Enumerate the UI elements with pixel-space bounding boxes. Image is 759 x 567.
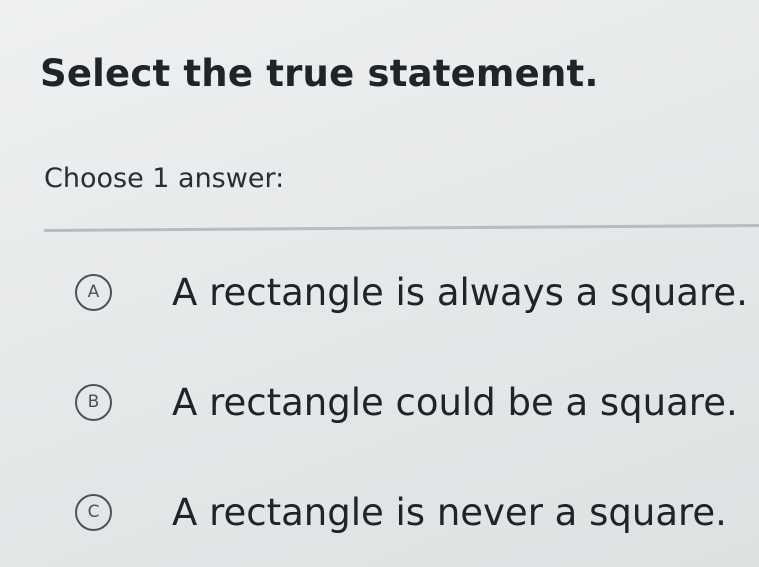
choice-b[interactable]: B A rectangle could be a square. bbox=[75, 372, 738, 432]
answer-choices: A A rectangle is always a square. B A re… bbox=[0, 0, 759, 567]
choice-a[interactable]: A A rectangle is always a square. bbox=[75, 262, 748, 322]
choice-a-text[interactable]: A rectangle is always a square. bbox=[172, 271, 748, 314]
choice-b-radio[interactable]: B bbox=[75, 383, 112, 421]
question-panel: Select the true statement. Choose 1 answ… bbox=[0, 0, 759, 567]
choice-b-text[interactable]: A rectangle could be a square. bbox=[172, 381, 738, 424]
choice-c-text[interactable]: A rectangle is never a square. bbox=[172, 491, 727, 534]
choice-a-radio[interactable]: A bbox=[75, 273, 112, 311]
choice-c-radio[interactable]: C bbox=[75, 493, 112, 531]
choice-c[interactable]: C A rectangle is never a square. bbox=[75, 482, 735, 542]
